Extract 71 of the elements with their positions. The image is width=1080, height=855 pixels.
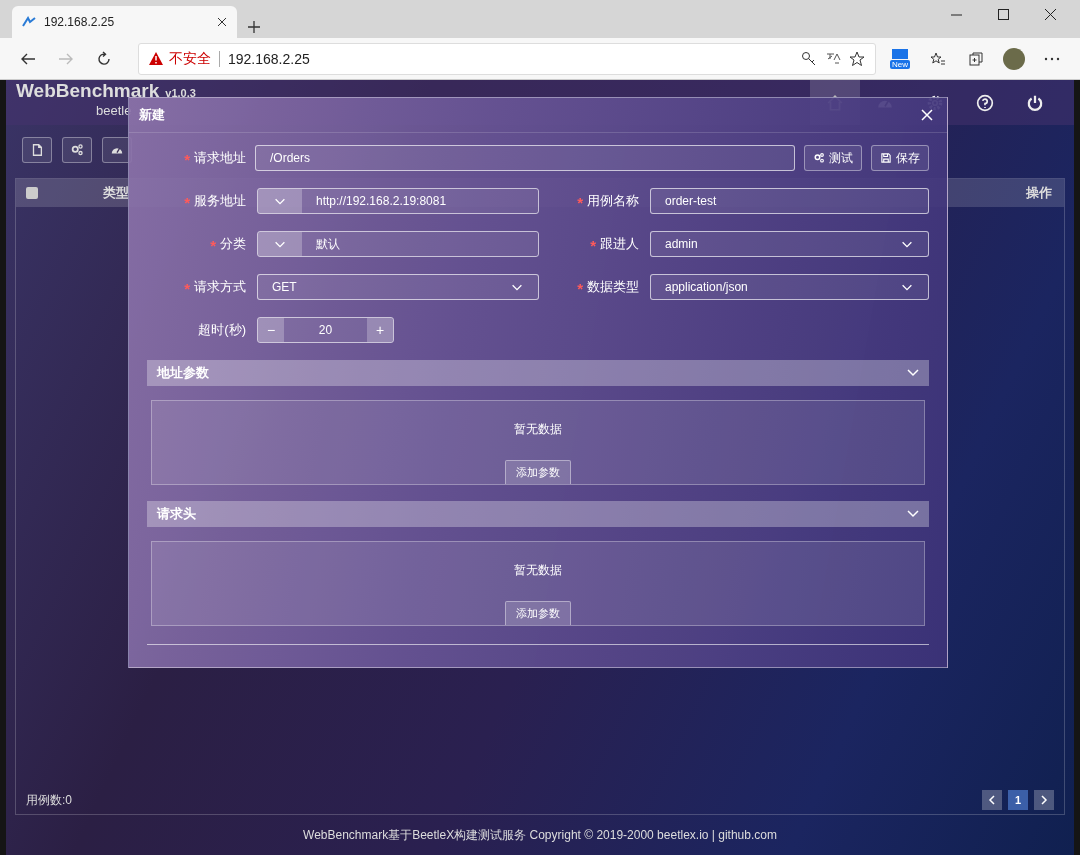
page-button[interactable]: 1 — [1008, 790, 1028, 810]
test-button[interactable]: 测试 — [804, 145, 862, 171]
decrement-button[interactable]: − — [258, 318, 284, 342]
reload-icon[interactable] — [96, 50, 112, 67]
screen-icon[interactable] — [891, 48, 909, 60]
warning-icon — [149, 52, 163, 65]
copyright-text: WebBenchmark基于BeetleX构建测试服务 Copyright © 2019-2000 beetlex.io | github.com — [302, 826, 778, 844]
request-url-field[interactable]: /Orders — [255, 145, 795, 171]
close-icon — [921, 108, 933, 121]
field-label: * 跟进人 — [589, 235, 639, 254]
select-all-checkbox[interactable] — [26, 187, 38, 199]
gears-icon — [70, 143, 84, 157]
power-icon — [1026, 93, 1044, 112]
close-icon[interactable] — [217, 17, 227, 27]
star-icon[interactable] — [849, 50, 865, 67]
app-subtitle: beetle — [96, 103, 133, 118]
maximize-icon[interactable] — [998, 8, 1009, 20]
toolbar-button[interactable] — [22, 137, 52, 163]
save-button[interactable]: 保存 — [871, 145, 929, 171]
select-field[interactable]: GET — [257, 274, 539, 300]
chevron-left-icon — [988, 795, 996, 805]
chevron-down-icon — [907, 510, 919, 518]
new-tab-icon[interactable] — [247, 20, 261, 34]
section-header[interactable]: 请求头 — [147, 501, 929, 527]
key-icon[interactable] — [801, 50, 817, 67]
help-icon — [976, 93, 994, 112]
profile-avatar[interactable] — [1003, 47, 1025, 70]
chevron-right-icon — [1040, 795, 1048, 805]
app-logo: WebBenchmark — [16, 80, 160, 101]
more-icon[interactable] — [1044, 56, 1060, 61]
field-label: * 用例名称 — [576, 192, 639, 211]
site-icon — [22, 16, 36, 28]
column-header: 操作 — [1026, 184, 1052, 202]
translate-icon[interactable] — [825, 50, 841, 67]
field-label: * 请求地址 — [183, 149, 246, 168]
case-count: 用例数:0 — [26, 791, 72, 809]
gears-icon — [813, 152, 825, 164]
field-label: * 分类 — [209, 235, 246, 254]
version-label: v1.0.3 — [165, 87, 196, 99]
section-header[interactable]: 地址参数 — [147, 360, 929, 386]
favorites-icon[interactable] — [930, 50, 946, 67]
add-param-button[interactable]: 添加参数 — [505, 460, 571, 484]
new-badge: New — [890, 60, 910, 69]
next-page-button[interactable] — [1034, 790, 1054, 810]
combo-field[interactable]: 默认 — [257, 231, 539, 257]
empty-text: 暂无数据 — [514, 562, 562, 579]
field-label: * 服务地址 — [183, 192, 246, 211]
field-label: * 请求方式 — [183, 278, 246, 297]
collections-icon[interactable] — [968, 50, 984, 67]
security-label[interactable]: 不安全 — [169, 49, 211, 68]
address-bar[interactable]: 不安全 192.168.2.25 — [138, 42, 876, 75]
close-icon[interactable] — [1045, 8, 1056, 20]
select-field[interactable]: admin — [650, 231, 929, 257]
file-icon — [30, 143, 44, 157]
toolbar-button[interactable] — [62, 137, 92, 163]
column-header: 类型 — [103, 184, 129, 202]
text-field[interactable]: order-test — [650, 188, 929, 214]
increment-button[interactable]: + — [367, 318, 393, 342]
dialog-title: 新建 — [139, 106, 165, 124]
prev-page-button[interactable] — [982, 790, 1002, 810]
number-stepper[interactable]: − 20 + — [257, 317, 394, 343]
select-field[interactable]: application/json — [650, 274, 929, 300]
empty-text: 暂无数据 — [514, 421, 562, 438]
field-label: * 数据类型 — [576, 278, 639, 297]
add-param-button[interactable]: 添加参数 — [505, 601, 571, 625]
save-icon — [880, 152, 892, 164]
field-label: 超时(秒) — [197, 321, 246, 339]
combo-field[interactable]: http://192.168.2.19:8081 — [257, 188, 539, 214]
url-text: 192.168.2.25 — [228, 50, 311, 67]
browser-tab[interactable]: 192.168.2.25 — [12, 6, 237, 38]
chevron-down-icon — [907, 369, 919, 377]
